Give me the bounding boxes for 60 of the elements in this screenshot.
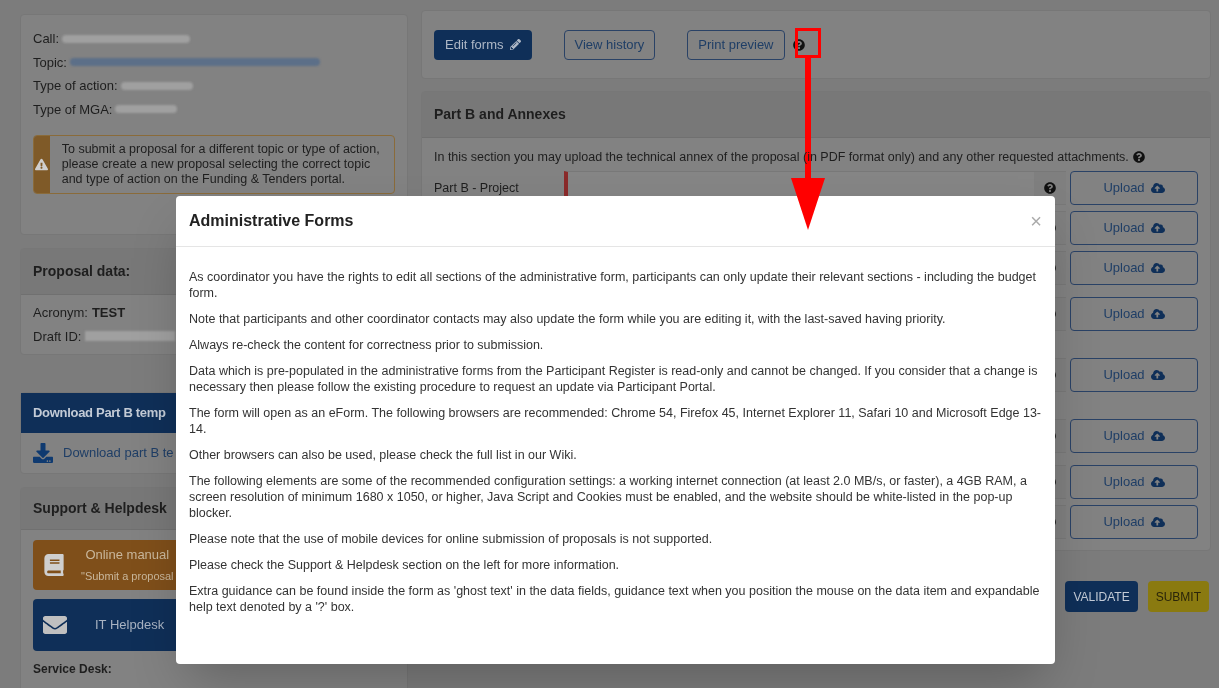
- modal-paragraph: Data which is pre-populated in the administrative forms from the Participant Register is read-only and cannot be changed. If you consider that a change is necessary then please follow the existing procedure to request an update via Participant Portal.: [189, 363, 1039, 395]
- modal-title: Administrative Forms: [189, 211, 354, 231]
- info-label: Type of action:: [33, 77, 118, 95]
- info-label: Topic:: [33, 53, 67, 72]
- edit-forms-button[interactable]: Edit forms: [434, 29, 532, 60]
- outline-button[interactable]: Print preview: [687, 29, 785, 60]
- help-icon[interactable]: [1132, 151, 1145, 164]
- upload-button[interactable]: Upload: [1070, 250, 1198, 285]
- upload-button[interactable]: Upload: [1070, 210, 1198, 245]
- panel-title: Download Part B temp: [33, 405, 166, 420]
- download-icon: [33, 442, 53, 463]
- panel-title: Part B and Annexes: [434, 106, 566, 122]
- cloud-upload-icon: [1150, 260, 1165, 275]
- cloud-upload-icon: [1150, 367, 1165, 382]
- info-label: Acronym:: [33, 304, 88, 322]
- acronym-value: TEST: [91, 304, 126, 322]
- panel-title: Proposal data:: [33, 263, 131, 279]
- modal-paragraph: Extra guidance can be found inside the form as 'ghost text' in the data fields, guidance text when you position the mouse on the data item and expandable help text denoted by a '?' box.: [189, 583, 1041, 615]
- close-button[interactable]: ×: [1030, 211, 1042, 231]
- info-label: Call:: [33, 30, 59, 48]
- info-label: Draft ID:: [33, 327, 82, 346]
- cloud-upload-icon: [1150, 220, 1165, 235]
- modal-paragraph: Please check the Support & Helpdesk section on the left for more information.: [189, 557, 621, 573]
- manual-sublabel: "Submit a proposal: [81, 569, 174, 584]
- row-label: Part B - Project: [434, 179, 520, 196]
- upload-button[interactable]: Upload: [1070, 170, 1198, 205]
- panel-title: Support & Helpdesk: [33, 499, 167, 516]
- upload-button[interactable]: Upload: [1070, 418, 1198, 453]
- cloud-upload-icon: [1150, 514, 1165, 529]
- cloud-upload-icon: [1150, 428, 1165, 443]
- info-label: Type of MGA:: [33, 100, 113, 119]
- modal-paragraph: As coordinator you have the rights to edit all sections of the administrative form, participants can only update their relevant sections - including the budget form.: [189, 269, 1037, 301]
- redacted-text: [115, 105, 178, 114]
- service-desk-label: Service Desk:: [33, 660, 113, 678]
- modal-paragraph: Note that participants and other coordinator contacts may also update the form while you are editing it, with the last-saved having priority.: [189, 311, 947, 327]
- manual-label: Online manual: [85, 545, 170, 564]
- upload-button[interactable]: Upload: [1070, 464, 1198, 499]
- upload-button[interactable]: Upload: [1070, 296, 1198, 331]
- pencil-icon: [509, 39, 521, 50]
- help-icon[interactable]: [1044, 181, 1056, 194]
- modal-paragraph: The form will open as an eForm. The following browsers are recommended: Chrome 54, Firefox 45, Internet Explorer 11, Safari 10 and Microsoft Edge 13-14.: [189, 405, 1042, 437]
- helpdesk-label: IT Helpdesk: [95, 615, 165, 634]
- cloud-upload-icon: [1150, 474, 1165, 489]
- modal-paragraph: Other browsers can also be used, please check the full list in our Wiki.: [189, 447, 578, 463]
- submit-button[interactable]: SUBMIT: [1147, 581, 1209, 612]
- modal-paragraph: The following elements are some of the recommended configuration settings: a working internet connection (at least 2.0 MB/s, or faster), a 4GB RAM, a screen resolution of minimum 1680 x 1050, or higher, Java Script and Cookies must be enabled, and the website should be white-listed in the pop-up blocker.: [189, 473, 1028, 521]
- validate-button[interactable]: VALIDATE: [1065, 581, 1138, 612]
- modal-paragraph: Please note that the use of mobile devices for online submission of proposals is not supported.: [189, 531, 714, 547]
- warning-text: To submit a proposal for a different topic or type of action, please create a new proposal selecting the correct topic and type of action on the Funding & Tenders portal.: [60, 141, 381, 188]
- cloud-upload-icon: [1150, 306, 1165, 321]
- book-icon: [43, 553, 65, 576]
- upload-button[interactable]: Upload: [1070, 357, 1198, 392]
- upload-button[interactable]: Upload: [1070, 504, 1198, 539]
- highlight-box: [795, 28, 821, 58]
- outline-button[interactable]: View history: [563, 29, 656, 60]
- cloud-upload-icon: [1150, 180, 1165, 195]
- help-icon[interactable]: [792, 38, 805, 51]
- download-link[interactable]: Download part B te: [63, 442, 174, 463]
- warning-icon: [35, 158, 49, 171]
- modal-paragraph: Always re-check the content for correctness prior to submission.: [189, 337, 545, 353]
